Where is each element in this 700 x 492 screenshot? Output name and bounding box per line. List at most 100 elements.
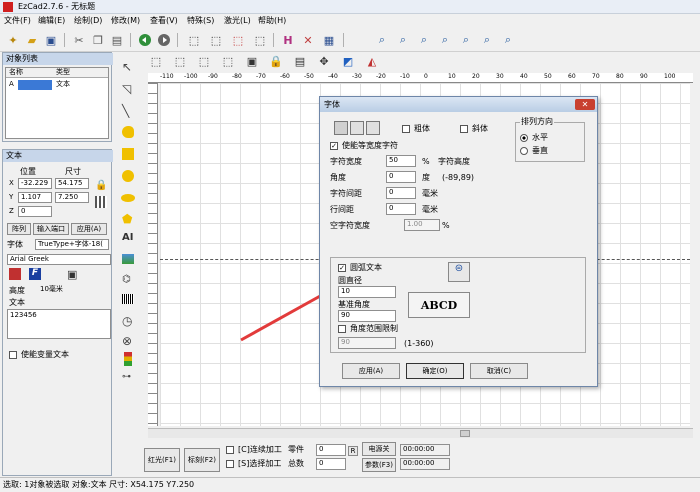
select-box-icon[interactable]: ⬚ <box>186 32 202 48</box>
menu-edit[interactable]: 编辑(E) <box>38 17 65 25</box>
group-lock-icon[interactable]: ▣ <box>244 53 260 69</box>
apply-button[interactable]: 应用(A) <box>71 223 107 235</box>
close-icon[interactable]: ✕ <box>575 99 595 110</box>
vector-file-icon[interactable]: ⌬ <box>122 274 131 285</box>
image-icon[interactable] <box>122 254 134 264</box>
angle-limit-checkbox[interactable] <box>338 325 346 333</box>
menu-view[interactable]: 查看(V) <box>150 17 178 25</box>
zoom-fit-icon[interactable]: ⌕ <box>437 32 453 48</box>
width-field[interactable]: 54.175 <box>55 178 89 189</box>
align-center-text-icon[interactable] <box>350 121 364 135</box>
rectangle-icon[interactable] <box>122 148 134 160</box>
params-button[interactable]: 参数(F3) <box>362 458 396 472</box>
scroll-thumb[interactable] <box>460 430 470 437</box>
polygon-icon[interactable]: ⬟ <box>122 212 132 226</box>
zoom-in-icon[interactable]: ⌕ <box>395 32 411 48</box>
angle-limit-field[interactable]: 90 <box>338 337 396 349</box>
redo-icon[interactable] <box>156 32 172 48</box>
color-pick-icon[interactable]: ◩ <box>340 53 356 69</box>
continuous-checkbox[interactable] <box>226 446 234 454</box>
height-value[interactable]: 10毫米 <box>37 284 81 295</box>
space-width-field[interactable]: 1.00 <box>404 219 440 231</box>
grid-anchor-icon[interactable] <box>95 196 107 208</box>
align-left-icon[interactable]: ⬚ <box>172 53 188 69</box>
motion-icon[interactable]: ⊶ <box>122 372 131 382</box>
zoom-pan-icon[interactable]: ⌕ <box>479 32 495 48</box>
total-field[interactable]: 0 <box>316 458 346 470</box>
font-type-select[interactable]: TrueType+字体-18( <box>35 239 109 250</box>
parts-field[interactable]: 0 <box>316 444 346 456</box>
angle-field[interactable]: 0 <box>386 171 416 183</box>
arc-text-checkbox[interactable]: ✓ <box>338 264 346 272</box>
array-button[interactable]: 阵列 <box>7 223 31 235</box>
select-node-icon[interactable]: ⬚ <box>208 32 224 48</box>
lock-icon[interactable]: 🔒 <box>95 180 107 192</box>
align-grid-icon[interactable]: ⬚ <box>196 53 212 69</box>
x-position-field[interactable]: -32.229 <box>18 178 52 189</box>
ellipse-icon[interactable] <box>121 194 135 202</box>
copy-icon[interactable]: ❐ <box>90 32 106 48</box>
hatch-icon[interactable]: H <box>280 32 296 48</box>
z-position-field[interactable]: 0 <box>18 206 52 217</box>
menu-file[interactable]: 文件(F) <box>4 17 31 25</box>
open-folder-icon[interactable]: ▰ <box>24 32 40 48</box>
signal-light-icon[interactable] <box>124 352 132 366</box>
arc-diameter-field[interactable]: 10 <box>338 286 396 298</box>
italic-checkbox[interactable] <box>460 125 468 133</box>
zoom-all-icon[interactable]: ⌕ <box>500 32 516 48</box>
horizontal-radio[interactable] <box>520 134 528 142</box>
move-icon[interactable]: ✥ <box>316 53 332 69</box>
list-icon[interactable]: ▦ <box>321 32 337 48</box>
align-left-text-icon[interactable] <box>334 121 348 135</box>
char-width-field[interactable]: 50 <box>386 155 416 167</box>
bold-checkbox[interactable] <box>402 125 410 133</box>
line-icon[interactable]: ╲ <box>122 104 129 118</box>
dialog-apply-button[interactable]: 应用(A) <box>342 363 400 379</box>
font-settings-icon[interactable] <box>9 268 21 280</box>
zoom-selection-icon[interactable]: ⌕ <box>458 32 474 48</box>
save-font-icon[interactable]: ▣ <box>67 268 79 281</box>
arc-preview-button[interactable]: ABCD <box>408 292 470 318</box>
timer-icon[interactable]: ◷ <box>122 314 132 328</box>
height-field[interactable]: 7.250 <box>55 192 89 203</box>
char-spacing-field[interactable]: 0 <box>386 187 416 199</box>
input-port-button[interactable]: 输入端口 <box>33 223 69 235</box>
dialog-ok-button[interactable]: 确定(O) <box>406 363 464 379</box>
zoom-out-icon[interactable]: ⌕ <box>416 32 432 48</box>
align-right-text-icon[interactable] <box>366 121 380 135</box>
y-position-field[interactable]: 1.107 <box>18 192 52 203</box>
select-all-icon[interactable]: ⬚ <box>252 32 268 48</box>
font-name-select[interactable]: Arial Greek <box>7 254 111 265</box>
base-angle-field[interactable]: 90 <box>338 310 396 322</box>
dialog-cancel-button[interactable]: 取消(C) <box>470 363 528 379</box>
node-edit-icon[interactable]: ◹ <box>122 82 131 96</box>
variable-text-checkbox[interactable] <box>9 351 17 359</box>
tools-icon[interactable]: ✕ <box>300 32 316 48</box>
vertical-radio[interactable] <box>520 147 528 155</box>
save-icon[interactable]: ▣ <box>43 32 59 48</box>
new-file-icon[interactable]: ✦ <box>5 32 21 48</box>
barcode-icon[interactable] <box>122 294 134 304</box>
text-tool-icon[interactable]: AI <box>122 232 133 243</box>
text-content-field[interactable]: 123456 <box>7 309 111 339</box>
power-button[interactable]: 电源关 <box>362 442 396 456</box>
lock-object-icon[interactable]: 🔒 <box>268 53 284 69</box>
curve-icon[interactable] <box>122 126 134 138</box>
input-output-icon[interactable]: ⊗ <box>122 334 132 348</box>
align-center-icon[interactable]: ⬚ <box>148 53 164 69</box>
cut-icon[interactable]: ✂ <box>71 32 87 48</box>
reset-button[interactable]: R <box>348 446 358 456</box>
unlock-object-icon[interactable]: ▤ <box>292 53 308 69</box>
object-row[interactable]: A 文本 <box>6 80 108 90</box>
paste-icon[interactable]: ▤ <box>109 32 125 48</box>
menu-laser[interactable]: 激光(L) <box>224 17 251 25</box>
menu-special[interactable]: 特殊(S) <box>187 17 214 25</box>
select-mark-checkbox[interactable] <box>226 460 234 468</box>
mirror-icon[interactable]: ◭ <box>364 53 380 69</box>
equal-width-checkbox[interactable]: ✓ <box>330 142 338 150</box>
zoom-icon[interactable]: ⌕ <box>374 32 390 48</box>
red-light-button[interactable]: 红光(F1) <box>144 448 180 472</box>
horizontal-scrollbar[interactable] <box>148 428 693 438</box>
mark-button[interactable]: 标刻(F2) <box>184 448 220 472</box>
menu-draw[interactable]: 绘制(D) <box>74 17 102 25</box>
